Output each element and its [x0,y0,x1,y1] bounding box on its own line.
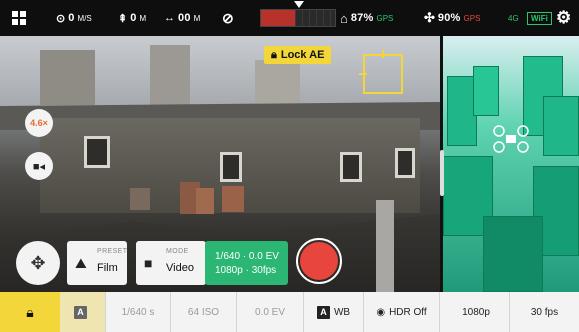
exposure-lock-button[interactable]: 🔒︎ [0,292,60,332]
video-camera-icon: ■ [144,255,153,271]
exposure-summary[interactable]: 1/640 · 0.0 EV 1080p · 30fps [205,241,288,285]
feed-pipe [376,200,394,300]
top-status-bar: ⊙ 0 M/S ⇞ 0 M ↔ 00 M ⊘ ⌂ 87% GPS ✣ 90% G… [0,0,579,36]
iso-setting[interactable]: 64 ISO [171,292,237,332]
white-balance-setting[interactable]: A WB [304,292,364,332]
lock-ae-badge[interactable]: 🔒︎ Lock AE [264,46,332,64]
zoom-button[interactable]: 4.6× [25,109,53,137]
joystick-icon: ✥ [30,252,46,273]
film-icon: ⛰ [75,255,87,271]
speedometer-icon: ⊙ [56,12,66,25]
preset-selector[interactable]: ⛰ PRESET Film [67,241,127,285]
settings-button[interactable]: ⚙ [556,0,571,36]
map-preview[interactable] [443,36,579,292]
resolution-setting[interactable]: 1080p [443,292,510,332]
grid-menu-icon [12,11,26,25]
controller-icon: ⌂ [340,10,348,26]
bottom-settings-bar: 🔒︎ A 1/640 s 64 ISO 0.0 EV A WB ◉ HDR Of… [0,292,579,332]
video-camera-icon: ■◂ [32,160,46,173]
hdr-icon: ◉ [376,306,386,318]
altitude-icon: ⇞ [118,12,128,25]
joystick-button[interactable]: ✥ [16,241,60,285]
hdr-setting[interactable]: ◉ HDR Off [364,292,440,332]
shutter-setting[interactable]: 1/640 s [106,292,171,332]
roll-indicator [260,1,336,27]
lock-icon: 🔒︎ [271,48,277,61]
speed-readout: ⊙ 0 M/S [56,12,92,25]
feed-building [40,50,95,105]
altitude-readout: ⇞ 0 M [118,12,147,25]
record-button[interactable] [296,238,342,284]
network-status: 4G [508,13,519,23]
no-gps-icon: ⊘ [222,9,234,26]
fan-icon: ✣ [424,10,435,25]
focus-reticle-icon[interactable] [359,50,403,94]
roll-pointer-icon [294,1,304,8]
ev-setting[interactable]: 0.0 EV [237,292,304,332]
framerate-setting[interactable]: 30 fps [510,292,579,332]
settings-icon: ⚙ [556,8,572,27]
wifi-status: WiFi [527,0,552,36]
mode-selector[interactable]: ■ MODE Video [136,241,206,285]
controller-battery: ⌂ 87% GPS [340,10,394,26]
record-icon [300,242,338,280]
drone-marker-icon [493,125,529,153]
camera-mode-button[interactable]: ■◂ [25,152,53,180]
split-drag-handle[interactable] [440,150,444,196]
distance-readout: ↔ 00 M [164,12,201,24]
distance-icon: ↔ [164,12,175,24]
auto-exposure-toggle[interactable]: A [60,292,106,332]
lock-icon: 🔒︎ [26,303,34,320]
drone-battery: ✣ 90% GPS [424,10,481,25]
menu-button[interactable] [12,0,26,36]
